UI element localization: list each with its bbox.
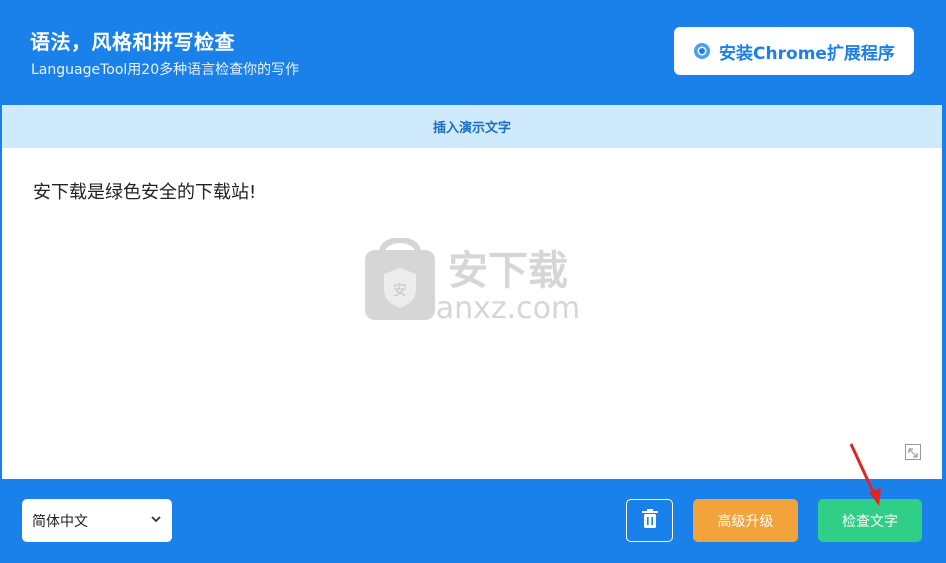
header: 语法，风格和拼写检查 LanguageTool用20多种语言检查你的写作 安装C… [0, 0, 946, 105]
watermark: 安 安下载 anxz.com [360, 237, 580, 327]
install-chrome-extension-button[interactable]: 安装Chrome扩展程序 [674, 27, 914, 75]
watermark-cn-text: 安下载 [448, 248, 568, 294]
page-title: 语法，风格和拼写检查 [30, 30, 235, 54]
clear-text-button[interactable] [626, 499, 673, 542]
insert-demo-text-label: 插入演示文字 [432, 121, 511, 136]
premium-upgrade-button[interactable]: 高级升级 [693, 499, 798, 542]
chevron-down-icon [150, 513, 162, 529]
trash-icon [641, 508, 659, 533]
chrome-icon [693, 42, 711, 60]
editor-content[interactable]: 安下载是绿色安全的下载站! [33, 178, 256, 204]
watermark-en-text: anxz.com [436, 291, 580, 323]
page-subtitle: LanguageTool用20多种语言检查你的写作 [31, 62, 300, 78]
premium-upgrade-label: 高级升级 [717, 513, 774, 530]
check-text-button[interactable]: 检查文字 [818, 499, 922, 542]
language-select[interactable]: 简体中文 [22, 499, 172, 542]
language-select-value: 简体中文 [32, 513, 88, 530]
expand-icon[interactable] [905, 444, 921, 460]
install-chrome-extension-label: 安装Chrome扩展程序 [719, 43, 895, 64]
svg-text:安: 安 [393, 283, 407, 299]
check-text-label: 检查文字 [842, 513, 898, 530]
insert-demo-text-button[interactable]: 插入演示文字 [2, 105, 942, 148]
watermark-shield-icon: 安 [365, 237, 435, 320]
